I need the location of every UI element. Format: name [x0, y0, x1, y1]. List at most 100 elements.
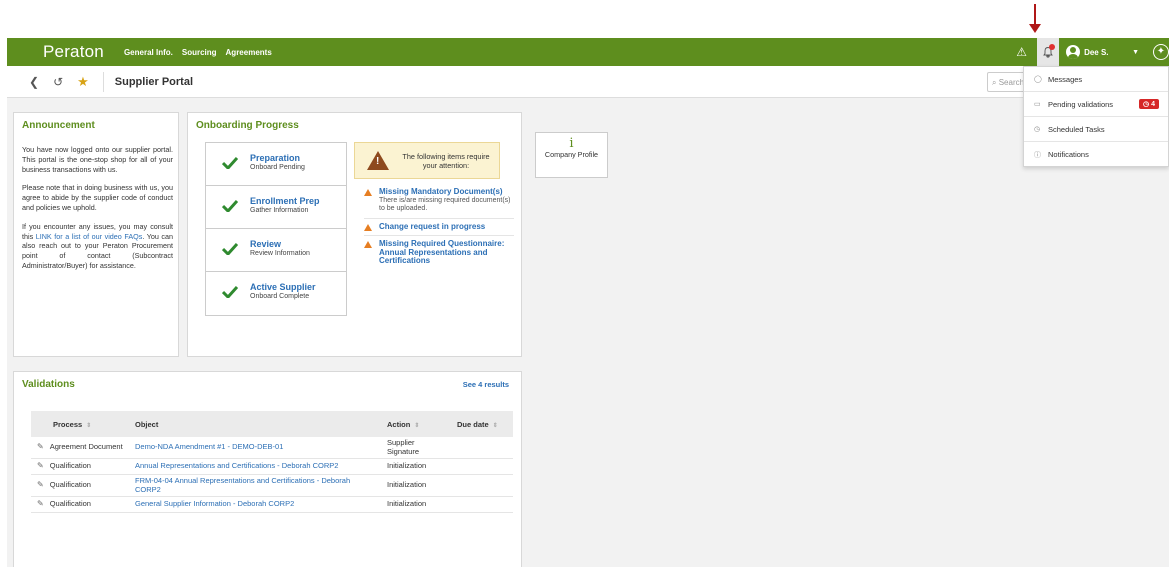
row-due-date — [451, 474, 513, 497]
attention-item[interactable]: Missing Mandatory Document(s) There is/ar… — [364, 184, 514, 219]
row-process: Qualification — [49, 480, 91, 490]
see-results-link[interactable]: See 4 results — [463, 380, 509, 389]
step-status: Onboard Complete — [250, 293, 310, 300]
column-action[interactable]: Action ⇕ — [381, 411, 451, 437]
attention-item[interactable]: Missing Required Questionnaire: Annual R… — [364, 236, 514, 270]
row-process: Agreement Document — [49, 442, 123, 452]
step-name: Review — [250, 239, 282, 249]
nav-agreements[interactable]: Agreements — [226, 48, 272, 57]
faq-link[interactable]: LINK for a list of our video FAQs — [36, 232, 143, 241]
notifications-bell-button[interactable] — [1037, 38, 1060, 66]
column-process[interactable]: Process ⇕ — [31, 411, 129, 437]
checkmark-icon — [222, 243, 238, 255]
user-menu[interactable]: Dee S. ▼ — [1066, 45, 1153, 59]
checkmark-icon — [222, 286, 238, 298]
menu-item-label: Notifications — [1048, 150, 1089, 159]
info-icon: i — [569, 136, 574, 151]
attention-item[interactable]: Change request in progress — [364, 219, 514, 236]
nav-sourcing[interactable]: Sourcing — [182, 48, 217, 57]
column-due-date[interactable]: Due date ⇕ — [451, 411, 513, 437]
step-status: Gather Information — [250, 207, 309, 214]
step-preparation[interactable]: Preparation Onboard Pending — [206, 143, 346, 186]
announcement-paragraph-2: Please note that in doing business with … — [22, 183, 173, 212]
menu-item-label: Scheduled Tasks — [1048, 124, 1105, 134]
announcement-title: Announcement — [22, 120, 95, 131]
row-object-link[interactable]: Annual Representations and Certification… — [135, 461, 338, 471]
history-icon[interactable]: ↺ — [53, 75, 63, 89]
table-row[interactable]: ✎ Qualification Annual Representations an… — [31, 458, 513, 475]
announcement-paragraph-3: If you encounter any issues, you may con… — [22, 221, 174, 270]
row-object-link[interactable]: Demo-NDA Amendment #1 - DEMO-DEB-01 — [135, 442, 283, 452]
menu-item-label: Messages — [1048, 74, 1083, 84]
edit-pencil-icon[interactable]: ✎ — [37, 462, 44, 471]
validations-title: Validations — [22, 379, 75, 390]
step-active-supplier[interactable]: Active Supplier Onboard Complete — [206, 272, 346, 315]
step-name: Enrollment Prep — [250, 196, 320, 206]
row-object-link[interactable]: General Supplier Information - Deborah C… — [135, 499, 294, 509]
row-action: Initialization — [381, 474, 451, 497]
step-status: Onboard Pending — [250, 164, 305, 171]
menu-item-pending-validations[interactable]: ▭ Pending validations ◷ 4 — [1024, 92, 1168, 117]
column-object[interactable]: Object — [129, 411, 381, 437]
chat-bubble-icon: ◯ — [1034, 76, 1042, 83]
row-object-link[interactable]: FRM-04-04 Annual Representations and Cer… — [135, 476, 350, 494]
step-name: Active Supplier — [250, 282, 316, 292]
warning-icon — [364, 223, 372, 231]
table-row[interactable]: ✎ Qualification General Supplier Informat… — [31, 496, 513, 513]
row-action: Initialization — [381, 496, 451, 513]
user-avatar-icon — [1066, 45, 1081, 59]
search-placeholder: Search — [998, 78, 1025, 87]
edit-pencil-icon[interactable]: ✎ — [37, 500, 44, 509]
table-row[interactable]: ✎ Qualification FRM-04-04 Annual Represen… — [31, 474, 513, 497]
sort-icon[interactable]: ⇕ — [414, 423, 419, 429]
chevron-down-icon[interactable]: ▼ — [1132, 49, 1139, 56]
clock-icon: ◷ — [1143, 101, 1152, 108]
accessibility-icon[interactable]: ✦ — [1153, 44, 1169, 60]
table-header-row: Process ⇕ Object Action ⇕ Due date ⇕ — [31, 411, 513, 437]
top-right-tools: ⚠ Dee S. ▼ ✦ — [1016, 38, 1169, 66]
menu-item-scheduled-tasks[interactable]: ◷ Scheduled Tasks — [1024, 117, 1168, 142]
company-profile-label: Company Profile — [544, 150, 599, 159]
warning-icon[interactable]: ⚠ — [1016, 45, 1027, 59]
page-title: Supplier Portal — [114, 75, 194, 88]
warning-icon — [364, 241, 372, 248]
back-icon[interactable]: ❮ — [29, 75, 39, 89]
user-name: Dee S. — [1084, 47, 1109, 57]
step-enrollment-prep[interactable]: Enrollment Prep Gather Information — [206, 186, 346, 229]
checkmark-icon — [222, 157, 238, 169]
edit-pencil-icon[interactable]: ✎ — [37, 443, 44, 452]
validations-table: Process ⇕ Object Action ⇕ Due date ⇕ ✎ Agree… — [31, 411, 513, 513]
attention-item-title: Missing Mandatory Document(s) — [379, 187, 503, 196]
warning-icon — [364, 189, 372, 196]
company-profile-tile[interactable]: i Company Profile — [535, 132, 608, 178]
attention-item-title: Change request in progress — [379, 221, 486, 231]
menu-item-messages[interactable]: ◯ Messages — [1024, 67, 1168, 92]
row-action: Supplier Signature — [381, 437, 451, 459]
row-action: Initialization — [381, 458, 451, 475]
info-circle-icon: ⓘ — [1034, 151, 1041, 159]
edit-pencil-icon[interactable]: ✎ — [37, 481, 44, 490]
row-due-date — [451, 458, 513, 475]
attention-text: The following items require your attenti… — [402, 152, 490, 170]
search-icon: ⌕ — [992, 78, 999, 87]
attention-item-desc: There is/are missing required document(s… — [379, 196, 511, 213]
notification-dot — [1049, 44, 1056, 50]
nav-general-info[interactable]: General Info. — [124, 48, 173, 57]
table-row[interactable]: ✎ Agreement Document Demo-NDA Amendment #… — [31, 437, 513, 459]
announcement-card: Announcement You have now logged onto ou… — [13, 112, 179, 357]
checkmark-icon — [222, 200, 238, 212]
pending-count-badge: ◷ 4 — [1139, 99, 1159, 109]
warning-icon: ! — [367, 151, 389, 170]
search-input[interactable]: ⌕ Search — [987, 72, 1027, 92]
main-content: Announcement You have now logged onto ou… — [7, 98, 1169, 567]
brand-logo[interactable]: Peraton — [43, 42, 104, 62]
sub-toolbar: ❮ ↺ ★ Supplier Portal ⌕ Search — [7, 66, 1169, 98]
menu-item-notifications[interactable]: ⓘ Notifications — [1024, 142, 1168, 167]
sort-icon[interactable]: ⇕ — [86, 423, 91, 429]
attention-list: Missing Mandatory Document(s) There is/ar… — [364, 184, 514, 270]
sort-icon[interactable]: ⇕ — [493, 423, 498, 429]
step-review[interactable]: Review Review Information — [206, 229, 346, 272]
favorite-star-icon[interactable]: ★ — [77, 74, 89, 90]
step-status: Review Information — [250, 250, 310, 257]
announcement-paragraph-1: You have now logged onto our supplier po… — [22, 145, 173, 174]
